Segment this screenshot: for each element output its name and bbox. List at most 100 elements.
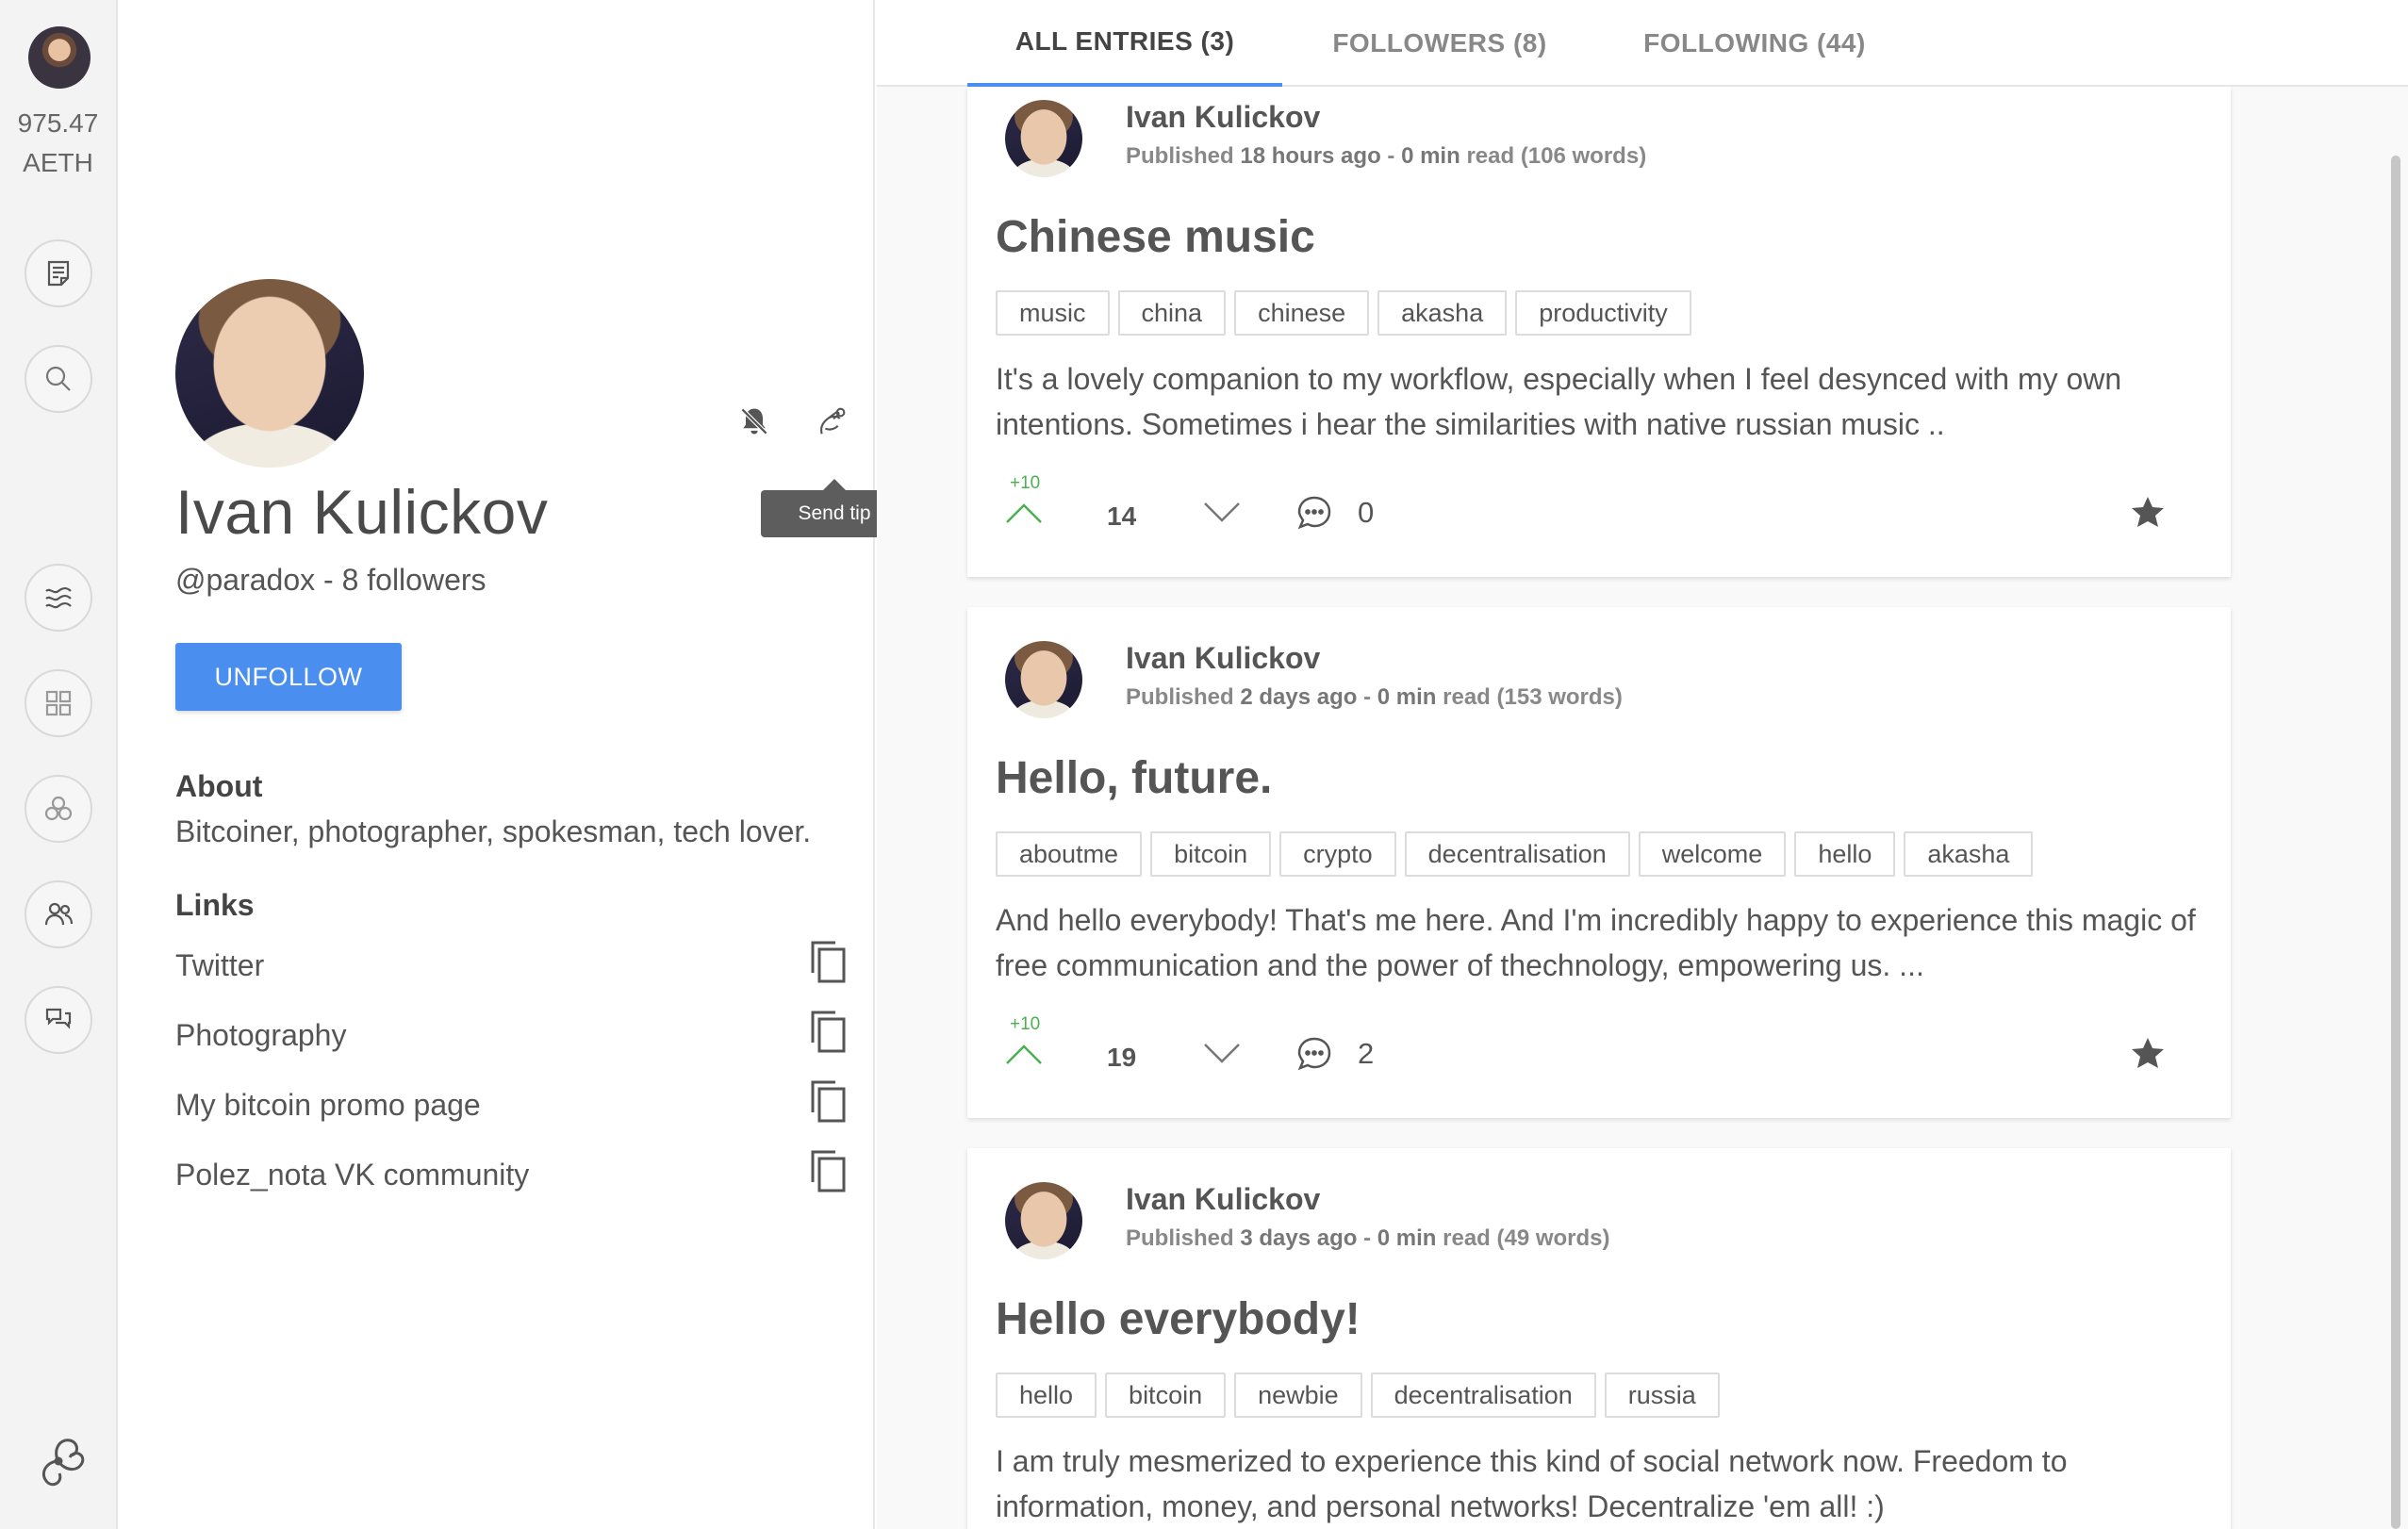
read-label: read (1443, 684, 1491, 710)
bookmark-star-icon[interactable] (2129, 494, 2167, 532)
entry-title[interactable]: Hello everybody! (996, 1293, 1361, 1345)
tag[interactable]: music (996, 290, 1110, 336)
entry-card[interactable]: Ivan Kulickov Published 3 days ago - 0 m… (967, 1148, 2231, 1529)
send-tip-button[interactable] (811, 400, 854, 443)
entry-meta: Published 2 days ago - 0 min read (153 w… (1126, 684, 1623, 711)
profile-name: Ivan Kulickov (175, 477, 549, 547)
author-name[interactable]: Ivan Kulickov (1126, 100, 1320, 135)
published-label: Published (1126, 684, 1234, 710)
apps-button[interactable] (25, 669, 92, 737)
chat-button[interactable] (25, 986, 92, 1054)
copy-icon[interactable] (807, 939, 850, 986)
tag[interactable]: akasha (1904, 831, 2034, 877)
link-bitcoin-promo[interactable]: My bitcoin promo page (175, 1088, 481, 1123)
about-heading: About (175, 769, 263, 803)
word-count: (49 words) (1496, 1225, 1610, 1251)
feed-scrollbar[interactable] (2391, 156, 2400, 1529)
meta-separator: - (1363, 1225, 1372, 1251)
entry-excerpt: And hello everybody! That's me here. And… (996, 903, 2196, 982)
vote-score: 19 (1107, 1043, 1137, 1072)
tag[interactable]: bitcoin (1150, 831, 1272, 877)
link-twitter[interactable]: Twitter (175, 948, 264, 983)
balance-unit: AETH (23, 148, 93, 177)
tag[interactable]: chinese (1234, 290, 1370, 336)
tag[interactable]: russia (1604, 1373, 1720, 1418)
tag[interactable]: decentralisation (1404, 831, 1630, 877)
entry-meta: Published 18 hours ago - 0 min read (106… (1126, 143, 1646, 170)
entry-title[interactable]: Hello, future. (996, 752, 1272, 804)
author-avatar[interactable] (1005, 641, 1082, 718)
stream-icon (45, 586, 72, 609)
tag[interactable]: bitcoin (1105, 1373, 1227, 1418)
tag[interactable]: hello (1794, 831, 1896, 877)
bookmark-star-icon[interactable] (2129, 1035, 2167, 1073)
new-entry-button[interactable] (25, 239, 92, 307)
read-time: 0 min (1377, 684, 1437, 710)
tag[interactable]: china (1117, 290, 1227, 336)
published-when: 3 days ago (1240, 1225, 1358, 1251)
published-label: Published (1126, 1225, 1234, 1251)
link-photography[interactable]: Photography (175, 1018, 346, 1053)
people-icon (44, 902, 74, 926)
tag[interactable]: hello (996, 1373, 1097, 1418)
author-name[interactable]: Ivan Kulickov (1126, 1182, 1320, 1217)
word-count: (106 words) (1520, 143, 1647, 169)
people-button[interactable] (25, 880, 92, 948)
chat-icon (45, 1008, 72, 1029)
published-label: Published (1126, 143, 1234, 169)
tab-following[interactable]: FOLLOWING (44) (1597, 0, 1912, 87)
tag[interactable]: aboutme (996, 831, 1143, 877)
published-when: 18 hours ago (1240, 143, 1381, 169)
tab-followers[interactable]: FOLLOWERS (8) (1282, 0, 1597, 87)
tip-hand-icon (820, 407, 846, 435)
entry-card[interactable]: Ivan Kulickov Published 2 days ago - 0 m… (967, 607, 2231, 1118)
tag-list: aboutme bitcoin crypto decentralisation … (996, 831, 2034, 877)
meta-separator: - (1363, 684, 1372, 710)
entries-feed: ALL ENTRIES (3) FOLLOWERS (8) FOLLOWING … (877, 0, 2408, 1529)
stream-button[interactable] (25, 564, 92, 632)
search-button[interactable] (25, 345, 92, 413)
akasha-logo-icon[interactable] (19, 1422, 98, 1501)
unfollow-button[interactable]: UNFOLLOW (175, 643, 402, 711)
communities-button[interactable] (25, 775, 92, 843)
link-row: My bitcoin promo page (175, 1078, 846, 1135)
entry-title[interactable]: Chinese music (996, 211, 1315, 263)
link-row: Twitter (175, 939, 846, 995)
read-time: 0 min (1401, 143, 1460, 169)
comment-icon[interactable] (1295, 494, 1333, 532)
downvote-icon[interactable] (1203, 500, 1241, 526)
copy-icon[interactable] (807, 1148, 850, 1195)
mute-notifications-button[interactable] (733, 400, 776, 443)
upvote-icon[interactable] (1005, 1041, 1043, 1067)
tag[interactable]: akasha (1377, 290, 1508, 336)
downvote-icon[interactable] (1203, 1041, 1241, 1067)
user-avatar[interactable] (28, 26, 91, 89)
profile-avatar (175, 279, 364, 468)
copy-icon[interactable] (807, 1009, 850, 1056)
author-avatar[interactable] (1005, 1182, 1082, 1259)
tag[interactable]: decentralisation (1370, 1373, 1596, 1418)
link-row: Photography (175, 1009, 846, 1065)
author-name[interactable]: Ivan Kulickov (1126, 641, 1320, 676)
word-count: (153 words) (1496, 684, 1623, 710)
published-when: 2 days ago (1240, 684, 1358, 710)
vote-bonus: +10 (1010, 473, 1041, 493)
tag[interactable]: crypto (1279, 831, 1396, 877)
tag[interactable]: productivity (1515, 290, 1691, 336)
vote-score: 14 (1107, 501, 1137, 531)
tag[interactable]: newbie (1234, 1373, 1362, 1418)
tab-all-entries[interactable]: ALL ENTRIES (3) (967, 0, 1282, 87)
tag[interactable]: welcome (1638, 831, 1787, 877)
tag-list: hello bitcoin newbie decentralisation ru… (996, 1373, 1720, 1418)
profile-handle: @paradox - 8 followers (175, 563, 487, 597)
communities-icon (44, 796, 73, 821)
bell-off-icon (740, 407, 768, 436)
comment-icon[interactable] (1295, 1035, 1333, 1073)
entry-card[interactable]: Ivan Kulickov Published 18 hours ago - 0… (967, 87, 2231, 577)
comment-count: 2 (1358, 1037, 1375, 1070)
link-vk-community[interactable]: Polez_nota VK community (175, 1158, 529, 1192)
copy-icon[interactable] (807, 1078, 850, 1126)
upvote-icon[interactable] (1005, 500, 1043, 526)
read-time: 0 min (1377, 1225, 1437, 1251)
author-avatar[interactable] (1005, 100, 1082, 177)
